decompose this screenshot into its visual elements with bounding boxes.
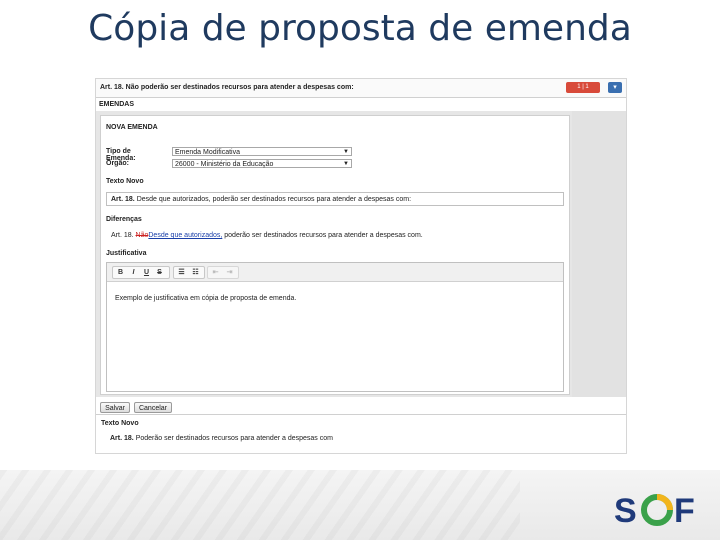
diferencas-label: Diferenças (106, 216, 142, 223)
svg-text:F: F (674, 492, 695, 528)
diff-deleted-text: Não (135, 232, 149, 239)
chevron-down-icon: ▼ (343, 161, 349, 167)
orgao-select[interactable]: 26000 - Ministério da Educação ▼ (172, 159, 352, 168)
sof-logo: S F (614, 492, 695, 528)
italic-button[interactable]: I (128, 267, 139, 278)
outdent-icon[interactable]: ⇤ (210, 267, 221, 278)
justificativa-editor[interactable]: B I U S ☰ ☷ ⇤ ⇥ Exemplo de justificativa… (106, 262, 564, 392)
chevron-down-icon: ▼ (343, 149, 349, 155)
justificativa-text: Exemplo de justificativa em cópia de pro… (115, 295, 297, 302)
header-article-text: Art. 18. Não poderão ser destinados recu… (100, 84, 354, 91)
tipo-emenda-value: Emenda Modificativa (175, 149, 240, 156)
divider (96, 414, 626, 415)
amendment-count-badge[interactable]: 1 | 1 (566, 82, 600, 93)
bold-button[interactable]: B (115, 267, 126, 278)
orgao-label: Órgão: (106, 160, 129, 167)
cancel-button[interactable]: Cancelar (134, 402, 172, 413)
format-button-group: B I U S (112, 266, 170, 279)
nova-emenda-form: NOVA EMENDA Tipo de Emenda: Emenda Modif… (100, 115, 570, 395)
bottom-prefix: Art. 18. (110, 435, 134, 442)
bottom-text: Poderão ser destinados recursos para ate… (135, 435, 333, 442)
article-header: Art. 18. Não poderão ser destinados recu… (96, 79, 626, 98)
bottom-texto-novo-label: Texto Novo (101, 420, 139, 427)
svg-text:S: S (614, 492, 637, 528)
emendas-panel: NOVA EMENDA Tipo de Emenda: Emenda Modif… (96, 111, 626, 397)
numbered-list-icon[interactable]: ☰ (176, 267, 187, 278)
indent-icon[interactable]: ⇥ (224, 267, 235, 278)
texto-novo-value: Desde que autorizados, poderão ser desti… (136, 196, 412, 203)
diff-inserted-text: Desde que autorizados, (148, 232, 223, 239)
texto-novo-label: Texto Novo (106, 178, 144, 185)
indent-button-group: ⇤ ⇥ (207, 266, 239, 279)
strikethrough-button[interactable]: S (154, 267, 165, 278)
bullet-list-icon[interactable]: ☷ (190, 267, 201, 278)
list-button-group: ☰ ☷ (173, 266, 205, 279)
slide-title: Cópia de proposta de emenda (88, 8, 632, 49)
orgao-value: 26000 - Ministério da Educação (175, 161, 274, 168)
save-button[interactable]: Salvar (100, 402, 130, 413)
bottom-texto-novo: Art. 18. Poderão ser destinados recursos… (110, 435, 333, 442)
underline-button[interactable]: U (141, 267, 152, 278)
panel-sidebar (572, 111, 626, 397)
tipo-emenda-select[interactable]: Emenda Modificativa ▼ (172, 147, 352, 156)
diff-prefix: Art. 18. (111, 232, 134, 239)
texto-novo-prefix: Art. 18. (111, 196, 135, 203)
chevron-down-icon[interactable]: ▾ (608, 82, 622, 93)
diff-rest-text: poderão ser destinados recursos para ate… (224, 232, 423, 239)
texto-novo-field[interactable]: Art. 18. Desde que autorizados, poderão … (106, 192, 564, 206)
nova-emenda-title: NOVA EMENDA (106, 124, 158, 131)
amendment-app-window: Art. 18. Não poderão ser destinados recu… (95, 78, 627, 454)
diff-line: Art. 18. NãoDesde que autorizados, poder… (111, 232, 423, 239)
justificativa-label: Justificativa (106, 250, 147, 257)
section-title-emendas: EMENDAS (99, 101, 135, 108)
editor-toolbar: B I U S ☰ ☷ ⇤ ⇥ (107, 263, 563, 282)
